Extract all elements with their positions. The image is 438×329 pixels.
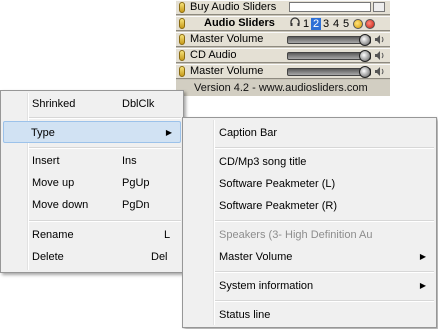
grip-icon[interactable]: [179, 34, 185, 45]
grip-icon[interactable]: [179, 18, 185, 29]
menu-separator: [215, 271, 434, 273]
submenu-item-status-line[interactable]: Status line: [185, 304, 434, 326]
menu-separator: [29, 147, 181, 149]
slider-label: Master Volume: [190, 33, 264, 45]
preset-tabs: 1 2 3 4 5: [289, 17, 375, 30]
submenu-arrow-icon: ▶: [419, 281, 426, 290]
submenu-item-peakmeter-l[interactable]: Software Peakmeter (L): [185, 173, 434, 195]
slider-knob[interactable]: [359, 50, 371, 62]
type-submenu: Caption Bar CD/Mp3 song title Software P…: [182, 117, 437, 328]
menu-separator: [215, 300, 434, 302]
slider-knob[interactable]: [359, 34, 371, 46]
buy-mini-box: [373, 2, 385, 12]
submenu-item-master-volume[interactable]: Master Volume ▶: [185, 246, 434, 268]
submenu-item-system-information[interactable]: System information ▶: [185, 275, 434, 297]
caption-title: Audio Sliders: [204, 17, 275, 29]
grip-icon[interactable]: [179, 2, 185, 13]
menu-item-move-up[interactable]: Move up PgUp: [3, 172, 181, 194]
volume-slider[interactable]: [287, 50, 371, 62]
speaker-icon[interactable]: [374, 50, 386, 61]
close-icon[interactable]: [365, 18, 375, 29]
speaker-icon[interactable]: [374, 66, 386, 77]
slider-row-cd: CD Audio: [176, 48, 390, 63]
version-footer[interactable]: Version 4.2 - www.audiosliders.com: [176, 80, 390, 96]
menu-separator: [215, 220, 434, 222]
headphones-icon[interactable]: [289, 17, 301, 30]
submenu-item-cd-mp3-title[interactable]: CD/Mp3 song title: [185, 151, 434, 173]
volume-slider[interactable]: [287, 34, 371, 46]
caption-row[interactable]: Audio Sliders 1 2 3 4 5: [176, 16, 390, 31]
submenu-arrow-icon: ▶: [165, 128, 172, 137]
grip-icon[interactable]: [179, 66, 185, 77]
menu-separator: [29, 117, 181, 119]
version-text: Version 4.2 - www.audiosliders.com: [194, 82, 368, 94]
preset-tab-2[interactable]: 2: [311, 17, 321, 30]
menu-separator: [29, 220, 181, 222]
context-menu: Shrinked DblClk Type ▶ Insert Ins Move u…: [0, 90, 184, 273]
buy-row[interactable]: Buy Audio Sliders: [176, 0, 390, 15]
submenu-item-caption-bar[interactable]: Caption Bar: [185, 122, 434, 144]
audio-sliders-widget: Buy Audio Sliders Audio Sliders 1 2 3 4 …: [176, 0, 390, 96]
submenu-item-speakers[interactable]: Speakers (3- High Definition Au: [185, 224, 434, 246]
submenu-item-peakmeter-r[interactable]: Software Peakmeter (R): [185, 195, 434, 217]
speaker-icon[interactable]: [374, 34, 386, 45]
menu-item-delete[interactable]: Delete Del: [3, 246, 181, 268]
submenu-arrow-icon: ▶: [419, 252, 426, 261]
menu-item-move-down[interactable]: Move down PgDn: [3, 194, 181, 216]
slider-row-master-2: Master Volume: [176, 64, 390, 79]
menu-item-shrinked[interactable]: Shrinked DblClk: [3, 93, 181, 115]
preset-tab-3[interactable]: 3: [321, 18, 331, 30]
slider-label: CD Audio: [190, 49, 237, 61]
menu-item-type[interactable]: Type ▶: [3, 121, 181, 143]
preset-tab-1[interactable]: 1: [301, 18, 311, 30]
buy-label: Buy Audio Sliders: [190, 1, 277, 13]
preset-tab-4[interactable]: 4: [331, 18, 341, 30]
buy-slot: [289, 2, 371, 12]
minimize-icon[interactable]: [353, 18, 363, 29]
slider-knob[interactable]: [359, 66, 371, 78]
grip-icon[interactable]: [179, 50, 185, 61]
slider-row-master: Master Volume: [176, 32, 390, 47]
menu-item-insert[interactable]: Insert Ins: [3, 150, 181, 172]
menu-separator: [215, 147, 434, 149]
volume-slider[interactable]: [287, 66, 371, 78]
preset-tab-5[interactable]: 5: [341, 18, 351, 30]
slider-label: Master Volume: [190, 65, 264, 77]
menu-item-rename[interactable]: Rename L: [3, 224, 181, 246]
